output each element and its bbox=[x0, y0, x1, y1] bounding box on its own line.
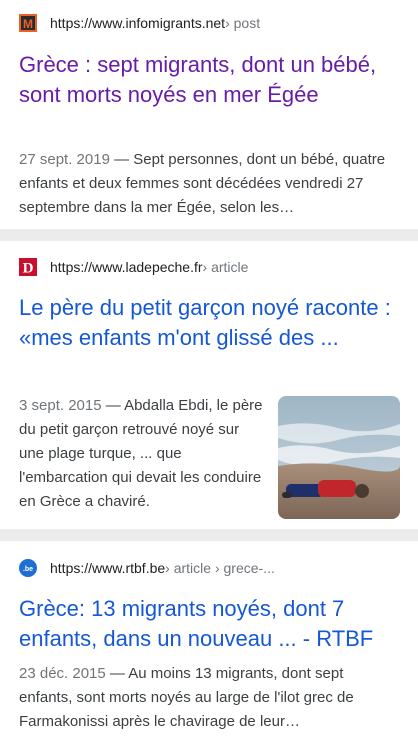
svg-text:M: M bbox=[23, 17, 33, 31]
beach-photo-thumbnail[interactable] bbox=[278, 396, 400, 519]
result-snippet: 27 sept. 2019 — Sept personnes, dont un … bbox=[19, 148, 399, 220]
search-result-card: D https://www.ladepeche.fr › article Le … bbox=[0, 241, 418, 529]
result-title-link[interactable]: Le père du petit garçon noyé raconte : «… bbox=[19, 293, 399, 353]
svg-text:.be: .be bbox=[23, 566, 33, 573]
result-breadcrumb: › post bbox=[225, 15, 261, 31]
search-result-card: M https://www.infomigrants.net › post Gr… bbox=[0, 0, 418, 229]
result-source[interactable]: .be https://www.rtbf.be › article › grec… bbox=[19, 557, 275, 579]
result-date: 23 déc. 2015 bbox=[19, 665, 106, 682]
rtbf-logo-icon: .be bbox=[19, 559, 37, 577]
result-source[interactable]: M https://www.infomigrants.net › post bbox=[19, 12, 260, 34]
result-title-link[interactable]: Grèce : sept migrants, dont un bébé, son… bbox=[19, 50, 399, 110]
result-source[interactable]: D https://www.ladepeche.fr › article bbox=[19, 256, 248, 278]
result-breadcrumb: › article › grece-... bbox=[165, 560, 275, 576]
ladepeche-logo-icon: D bbox=[19, 258, 37, 276]
infomigrants-logo-icon: M bbox=[19, 14, 37, 32]
search-result-card: .be https://www.rtbf.be › article › grec… bbox=[0, 541, 418, 750]
result-date: 3 sept. 2015 bbox=[19, 397, 102, 414]
result-breadcrumb: › article bbox=[202, 259, 249, 275]
result-snippet: 3 sept. 2015 — Abdalla Ebdi, le père du … bbox=[19, 394, 264, 514]
result-title-link[interactable]: Grèce: 13 migrants noyés, dont 7 enfants… bbox=[19, 594, 399, 654]
svg-text:D: D bbox=[23, 261, 34, 277]
result-url: https://www.rtbf.be bbox=[50, 560, 166, 576]
result-snippet: 23 déc. 2015 — Au moins 13 migrants, don… bbox=[19, 662, 399, 734]
result-date: 27 sept. 2019 bbox=[19, 151, 110, 168]
result-url: https://www.infomigrants.net bbox=[50, 15, 226, 31]
result-url: https://www.ladepeche.fr bbox=[50, 259, 203, 275]
